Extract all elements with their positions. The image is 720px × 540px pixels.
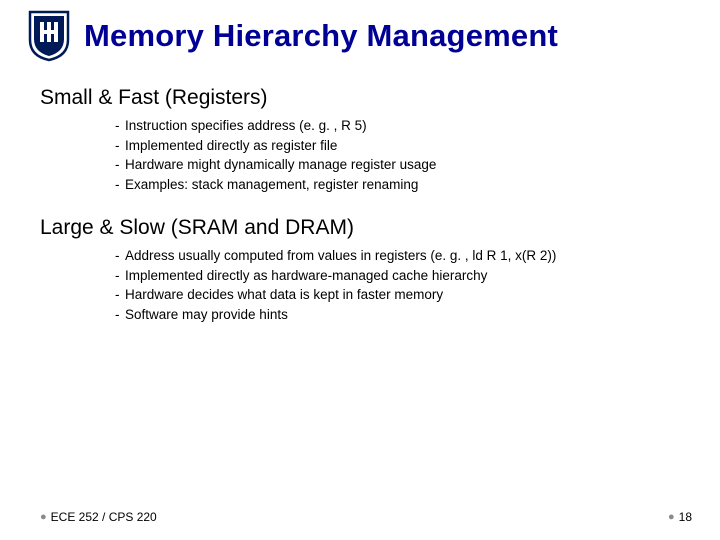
bullet-text: Software may provide hints	[125, 305, 288, 325]
bullet-icon: ●	[668, 511, 675, 523]
footer: ● ECE 252 / CPS 220 ● 18	[0, 510, 720, 524]
list-item: -Instruction specifies address (e. g. , …	[115, 116, 680, 136]
bullet-text: Hardware decides what data is kept in fa…	[125, 285, 443, 305]
course-code: ECE 252 / CPS 220	[51, 510, 157, 524]
section-heading-1: Large & Slow (SRAM and DRAM)	[40, 216, 680, 240]
bullet-list-1: -Address usually computed from values in…	[115, 246, 680, 324]
bullet-list-0: -Instruction specifies address (e. g. , …	[115, 116, 680, 194]
list-item: -Implemented directly as hardware-manage…	[115, 266, 680, 286]
bullet-text: Hardware might dynamically manage regist…	[125, 155, 436, 175]
list-item: -Address usually computed from values in…	[115, 246, 680, 266]
list-item: -Examples: stack management, register re…	[115, 175, 680, 195]
bullet-text: Implemented directly as hardware-managed…	[125, 266, 487, 286]
bullet-text: Implemented directly as register file	[125, 136, 337, 156]
footer-left: ● ECE 252 / CPS 220	[40, 510, 157, 524]
page-number: 18	[679, 510, 692, 524]
slide: Memory Hierarchy Management Small & Fast…	[0, 0, 720, 540]
footer-right: ● 18	[668, 510, 692, 524]
content: Small & Fast (Registers) -Instruction sp…	[0, 62, 720, 325]
page-title: Memory Hierarchy Management	[84, 18, 558, 54]
bullet-text: Address usually computed from values in …	[125, 246, 556, 266]
bullet-text: Examples: stack management, register ren…	[125, 175, 418, 195]
list-item: -Hardware decides what data is kept in f…	[115, 285, 680, 305]
section-heading-0: Small & Fast (Registers)	[40, 86, 680, 110]
bullet-icon: ●	[40, 511, 47, 523]
list-item: -Software may provide hints	[115, 305, 680, 325]
list-item: -Hardware might dynamically manage regis…	[115, 155, 680, 175]
duke-shield-icon	[28, 10, 70, 62]
header: Memory Hierarchy Management	[0, 0, 720, 62]
bullet-text: Instruction specifies address (e. g. , R…	[125, 116, 367, 136]
list-item: -Implemented directly as register file	[115, 136, 680, 156]
